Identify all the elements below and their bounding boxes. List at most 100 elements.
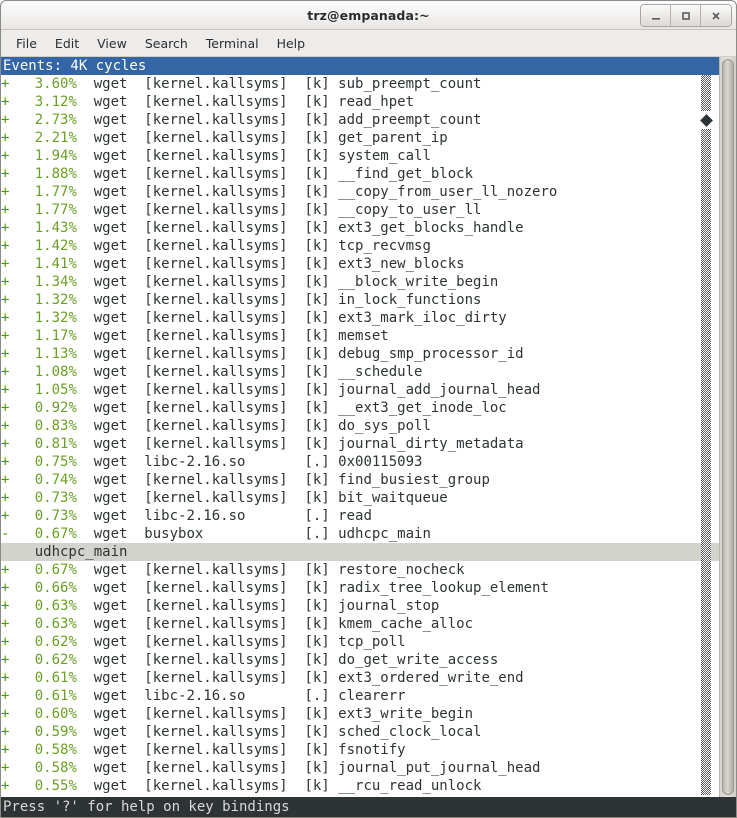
menu-item-terminal[interactable]: Terminal <box>197 33 268 54</box>
report-row[interactable]: + 1.34% wget [kernel.kallsyms] [k] __blo… <box>1 273 719 291</box>
text-scrollbar-track-cell[interactable] <box>701 579 711 597</box>
maximize-button[interactable] <box>671 5 701 26</box>
text-scrollbar-track-cell[interactable] <box>701 741 711 759</box>
expand-toggle[interactable]: + <box>1 598 26 614</box>
report-row[interactable]: + 1.13% wget [kernel.kallsyms] [k] debug… <box>1 345 719 363</box>
report-row[interactable]: + 1.08% wget [kernel.kallsyms] [k] __sch… <box>1 363 719 381</box>
report-row[interactable]: + 3.60% wget [kernel.kallsyms] [k] sub_p… <box>1 75 719 93</box>
expand-toggle[interactable]: + <box>1 652 26 668</box>
report-row[interactable]: + 1.43% wget [kernel.kallsyms] [k] ext3_… <box>1 219 719 237</box>
report-row[interactable]: + 0.61% wget [kernel.kallsyms] [k] ext3_… <box>1 669 719 687</box>
menu-item-search[interactable]: Search <box>136 33 197 54</box>
report-row[interactable]: + 0.60% wget [kernel.kallsyms] [k] ext3_… <box>1 705 719 723</box>
expand-toggle[interactable]: + <box>1 364 26 380</box>
text-scrollbar-track-cell[interactable] <box>701 129 711 147</box>
report-row[interactable]: + 0.55% wget [kernel.kallsyms] [k] __rcu… <box>1 777 719 795</box>
expand-toggle[interactable]: + <box>1 634 26 650</box>
titlebar[interactable]: trz@empanada:~ <box>1 1 736 30</box>
report-row[interactable]: + 3.12% wget [kernel.kallsyms] [k] read_… <box>1 93 719 111</box>
report-row[interactable]: + 1.32% wget [kernel.kallsyms] [k] in_lo… <box>1 291 719 309</box>
expand-toggle[interactable]: + <box>1 562 26 578</box>
text-scrollbar-track-cell[interactable] <box>701 183 711 201</box>
menu-item-help[interactable]: Help <box>268 33 315 54</box>
expand-toggle[interactable]: + <box>1 400 26 416</box>
report-row-child[interactable]: udhcpc_main <box>1 543 719 561</box>
expand-toggle[interactable]: + <box>1 220 26 236</box>
report-row[interactable]: + 1.42% wget [kernel.kallsyms] [k] tcp_r… <box>1 237 719 255</box>
scrollbar-thumb[interactable] <box>722 59 734 795</box>
expand-toggle[interactable]: + <box>1 760 26 776</box>
report-row[interactable]: + 0.63% wget [kernel.kallsyms] [k] journ… <box>1 597 719 615</box>
text-scrollbar-track-cell[interactable] <box>701 759 711 777</box>
expand-toggle[interactable]: + <box>1 508 26 524</box>
text-scrollbar-track-cell[interactable] <box>701 633 711 651</box>
expand-toggle[interactable]: + <box>1 166 26 182</box>
text-scrollbar-track-cell[interactable] <box>701 705 711 723</box>
menu-item-file[interactable]: File <box>7 33 46 54</box>
report-row[interactable]: + 1.88% wget [kernel.kallsyms] [k] __fin… <box>1 165 719 183</box>
expand-toggle[interactable]: + <box>1 292 26 308</box>
report-row[interactable]: + 0.92% wget [kernel.kallsyms] [k] __ext… <box>1 399 719 417</box>
perf-report[interactable]: Events: 4K cycles + 3.60% wget [kernel.k… <box>1 57 719 797</box>
text-scrollbar-track-cell[interactable] <box>701 615 711 633</box>
expand-toggle[interactable]: + <box>1 706 26 722</box>
text-scrollbar-track-cell[interactable] <box>701 543 711 561</box>
expand-toggle[interactable]: + <box>1 382 26 398</box>
text-scrollbar-track-cell[interactable] <box>701 651 711 669</box>
text-scrollbar-track-cell[interactable] <box>701 75 711 93</box>
report-row[interactable]: + 1.17% wget [kernel.kallsyms] [k] memse… <box>1 327 719 345</box>
report-row[interactable]: + 1.77% wget [kernel.kallsyms] [k] __cop… <box>1 201 719 219</box>
text-scrollbar-track-cell[interactable] <box>701 309 711 327</box>
text-scrollbar-track-cell[interactable] <box>701 345 711 363</box>
text-scrollbar[interactable] <box>701 75 711 779</box>
expand-toggle[interactable]: + <box>1 490 26 506</box>
expand-toggle[interactable]: + <box>1 238 26 254</box>
text-scrollbar-track-cell[interactable] <box>701 777 711 795</box>
text-scrollbar-track-cell[interactable] <box>701 399 711 417</box>
vertical-scrollbar[interactable] <box>719 57 736 797</box>
expand-toggle[interactable]: + <box>1 256 26 272</box>
text-scrollbar-track-cell[interactable] <box>701 255 711 273</box>
report-row[interactable]: + 0.58% wget [kernel.kallsyms] [k] journ… <box>1 759 719 777</box>
expand-toggle[interactable]: + <box>1 94 26 110</box>
report-row[interactable]: + 0.59% wget [kernel.kallsyms] [k] sched… <box>1 723 719 741</box>
text-scrollbar-track-cell[interactable] <box>701 597 711 615</box>
expand-toggle[interactable]: + <box>1 202 26 218</box>
text-scrollbar-track-cell[interactable] <box>701 237 711 255</box>
report-row[interactable]: + 0.75% wget libc-2.16.so [.] 0x00115093 <box>1 453 719 471</box>
text-scrollbar-track-cell[interactable] <box>701 93 711 111</box>
expand-toggle[interactable]: + <box>1 148 26 164</box>
report-row[interactable]: + 0.63% wget [kernel.kallsyms] [k] kmem_… <box>1 615 719 633</box>
text-scrollbar-thumb[interactable] <box>701 111 711 129</box>
expand-toggle[interactable]: + <box>1 130 26 146</box>
text-scrollbar-track-cell[interactable] <box>701 561 711 579</box>
text-scrollbar-track-cell[interactable] <box>701 435 711 453</box>
text-scrollbar-track-cell[interactable] <box>701 219 711 237</box>
expand-toggle[interactable]: + <box>1 346 26 362</box>
text-scrollbar-track-cell[interactable] <box>701 273 711 291</box>
report-row[interactable]: + 1.41% wget [kernel.kallsyms] [k] ext3_… <box>1 255 719 273</box>
report-row[interactable]: + 0.74% wget [kernel.kallsyms] [k] find_… <box>1 471 719 489</box>
expand-toggle[interactable]: - <box>1 526 26 542</box>
close-button[interactable] <box>701 5 731 26</box>
report-row[interactable]: + 1.05% wget [kernel.kallsyms] [k] journ… <box>1 381 719 399</box>
expand-toggle[interactable]: + <box>1 724 26 740</box>
report-row[interactable]: + 1.94% wget [kernel.kallsyms] [k] syste… <box>1 147 719 165</box>
expand-toggle[interactable]: + <box>1 436 26 452</box>
report-row[interactable]: + 0.62% wget [kernel.kallsyms] [k] do_ge… <box>1 651 719 669</box>
expand-toggle[interactable]: + <box>1 742 26 758</box>
menu-item-edit[interactable]: Edit <box>46 33 88 54</box>
report-row[interactable]: + 2.21% wget [kernel.kallsyms] [k] get_p… <box>1 129 719 147</box>
report-row[interactable]: + 0.81% wget [kernel.kallsyms] [k] journ… <box>1 435 719 453</box>
report-row[interactable]: + 0.73% wget [kernel.kallsyms] [k] bit_w… <box>1 489 719 507</box>
text-scrollbar-track-cell[interactable] <box>701 525 711 543</box>
text-scrollbar-track-cell[interactable] <box>701 417 711 435</box>
text-scrollbar-track-cell[interactable] <box>701 687 711 705</box>
expand-toggle[interactable]: + <box>1 616 26 632</box>
expand-toggle[interactable]: + <box>1 454 26 470</box>
text-scrollbar-track-cell[interactable] <box>701 291 711 309</box>
report-row[interactable]: + 2.73% wget [kernel.kallsyms] [k] add_p… <box>1 111 719 129</box>
expand-toggle[interactable]: + <box>1 76 26 92</box>
report-row[interactable]: + 0.73% wget libc-2.16.so [.] read <box>1 507 719 525</box>
report-row[interactable]: + 0.67% wget [kernel.kallsyms] [k] resto… <box>1 561 719 579</box>
